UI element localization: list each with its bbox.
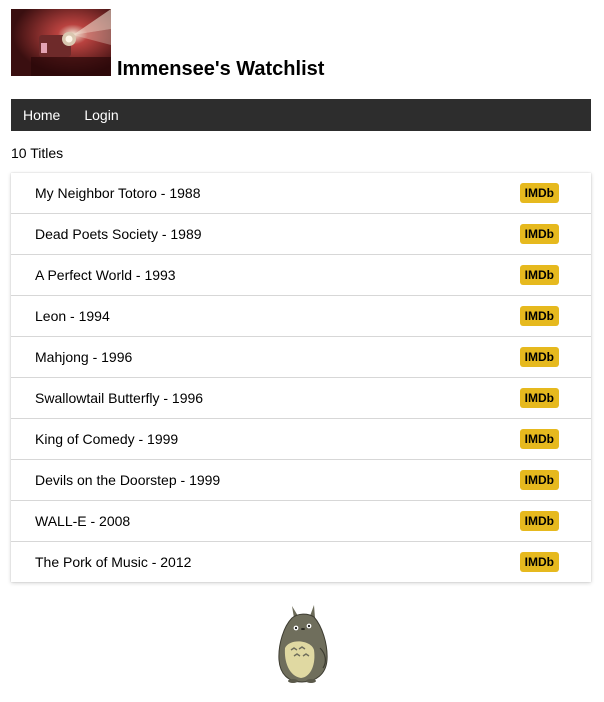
title-count: 10 Titles [11, 145, 64, 161]
list-item: WALL-E - 2008 IMDb [11, 501, 591, 542]
list-item: A Perfect World - 1993 IMDb [11, 255, 591, 296]
imdb-link-button[interactable]: IMDb [519, 306, 559, 326]
imdb-link-button[interactable]: IMDb [519, 470, 559, 490]
list-item: Leon - 1994 IMDb [11, 296, 591, 337]
list-item: The Pork of Music - 2012 IMDb [11, 542, 591, 582]
nav-login-link[interactable]: Login [72, 99, 130, 131]
list-item: Devils on the Doorstep - 1999 IMDb [11, 460, 591, 501]
imdb-link-button[interactable]: IMDb [519, 265, 559, 285]
movie-title: My Neighbor Totoro - 1988 [35, 185, 201, 201]
movie-title: Swallowtail Butterfly - 1996 [35, 390, 204, 406]
list-item: Mahjong - 1996 IMDb [11, 337, 591, 378]
imdb-link-button[interactable]: IMDb [519, 429, 559, 449]
navbar: Home Login [11, 99, 591, 131]
list-item: Swallowtail Butterfly - 1996 IMDb [11, 378, 591, 419]
movie-title: Devils on the Doorstep - 1999 [35, 472, 221, 488]
movie-title: A Perfect World - 1993 [35, 267, 176, 283]
imdb-link-button[interactable]: IMDb [519, 388, 559, 408]
imdb-link-button[interactable]: IMDb [519, 183, 559, 203]
movie-title: King of Comedy - 1999 [35, 431, 179, 447]
movie-title: Dead Poets Society - 1989 [35, 226, 202, 242]
totoro-icon [278, 605, 328, 683]
site-header: Immensee's Watchlist [11, 0, 591, 99]
movie-title: Leon - 1994 [35, 308, 110, 324]
list-item: King of Comedy - 1999 IMDb [11, 419, 591, 460]
imdb-link-button[interactable]: IMDb [519, 347, 559, 367]
movie-list: My Neighbor Totoro - 1988 IMDb Dead Poet… [11, 173, 591, 582]
nav-home-link[interactable]: Home [11, 99, 72, 131]
movie-title: Mahjong - 1996 [35, 349, 133, 365]
movie-title: WALL-E - 2008 [35, 513, 131, 529]
list-item: My Neighbor Totoro - 1988 IMDb [11, 173, 591, 214]
imdb-link-button[interactable]: IMDb [519, 511, 559, 531]
imdb-link-button[interactable]: IMDb [519, 224, 559, 244]
page-title: Immensee's Watchlist [117, 58, 325, 80]
projector-logo-icon [11, 9, 111, 76]
movie-title: The Pork of Music - 2012 [35, 554, 192, 570]
page-container: Immensee's Watchlist Home Login 10 Title… [11, 0, 591, 582]
imdb-link-button[interactable]: IMDb [519, 552, 559, 572]
list-item: Dead Poets Society - 1989 IMDb [11, 214, 591, 255]
